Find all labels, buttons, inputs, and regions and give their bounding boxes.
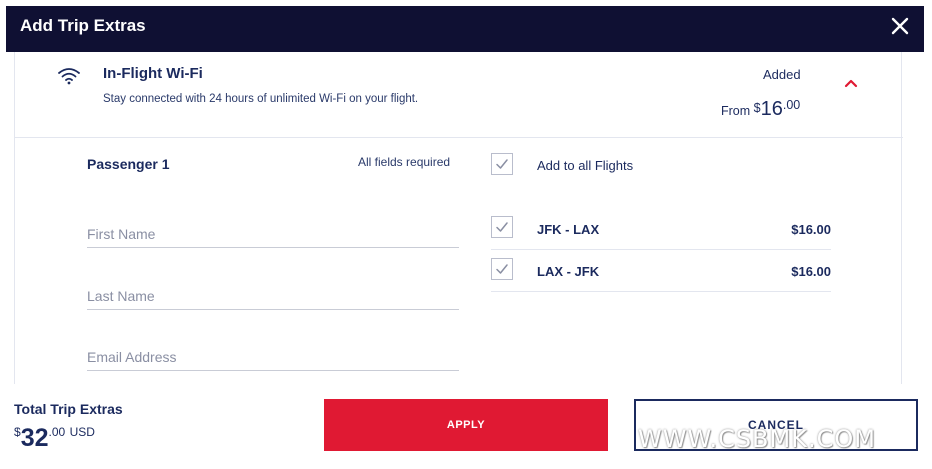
added-status: Added: [763, 67, 801, 82]
product-name: In-Flight Wi-Fi: [103, 65, 203, 82]
price-prefix: From: [721, 104, 751, 118]
close-icon: [891, 17, 909, 35]
price-currency: $: [753, 101, 761, 115]
total-currency: $: [14, 425, 21, 439]
total-unit: USD: [69, 425, 95, 439]
checkmark-icon: [496, 159, 508, 169]
flight-price: $16.00: [791, 222, 831, 237]
modal-header: Add Trip Extras: [6, 6, 924, 52]
wifi-product-row: In-Flight Wi-Fi Stay connected with 24 h…: [15, 52, 903, 138]
modal-title: Add Trip Extras: [20, 16, 146, 35]
flight-price: $16.00: [791, 264, 831, 279]
flight-row-jfk-lax: JFK - LAX $16.00: [491, 208, 831, 250]
total-label: Total Trip Extras: [14, 401, 123, 417]
checkmark-icon: [496, 222, 508, 232]
flight-row-lax-jfk: LAX - JFK $16.00: [491, 250, 831, 292]
extras-panel: In-Flight Wi-Fi Stay connected with 24 h…: [14, 52, 903, 384]
collapse-button[interactable]: [844, 76, 858, 90]
add-all-flights-checkbox[interactable]: [491, 153, 513, 175]
product-description: Stay connected with 24 hours of unlimite…: [103, 93, 419, 105]
flight-checkbox[interactable]: [491, 216, 513, 238]
total-amount: $32.00 USD: [14, 424, 95, 453]
price-dollars: 16: [760, 98, 783, 120]
footer-bar: Total Trip Extras $32.00 USD APPLY CANCE…: [0, 384, 932, 469]
flight-checkbox[interactable]: [491, 258, 513, 280]
email-input[interactable]: [87, 333, 459, 371]
flight-route: LAX - JFK: [537, 264, 600, 279]
price-cents: .00: [782, 98, 801, 112]
checkmark-icon: [496, 264, 508, 274]
flight-route: JFK - LAX: [537, 222, 600, 237]
apply-button[interactable]: APPLY: [324, 399, 608, 451]
last-name-input[interactable]: [87, 272, 459, 310]
wifi-icon: [58, 68, 80, 85]
fields-required-note: All fields required: [358, 155, 451, 169]
close-button[interactable]: [888, 14, 912, 38]
watermark: WWW.CSBMK.COM: [638, 425, 876, 453]
add-all-flights-label: Add to all Flights: [537, 158, 634, 173]
passenger-title: Passenger 1: [87, 156, 170, 172]
total-dollars: 32: [20, 424, 49, 452]
first-name-input[interactable]: [87, 210, 459, 248]
product-price: From $16.00: [721, 98, 800, 121]
total-cents: .00: [48, 425, 66, 439]
chevron-up-icon: [844, 79, 858, 88]
